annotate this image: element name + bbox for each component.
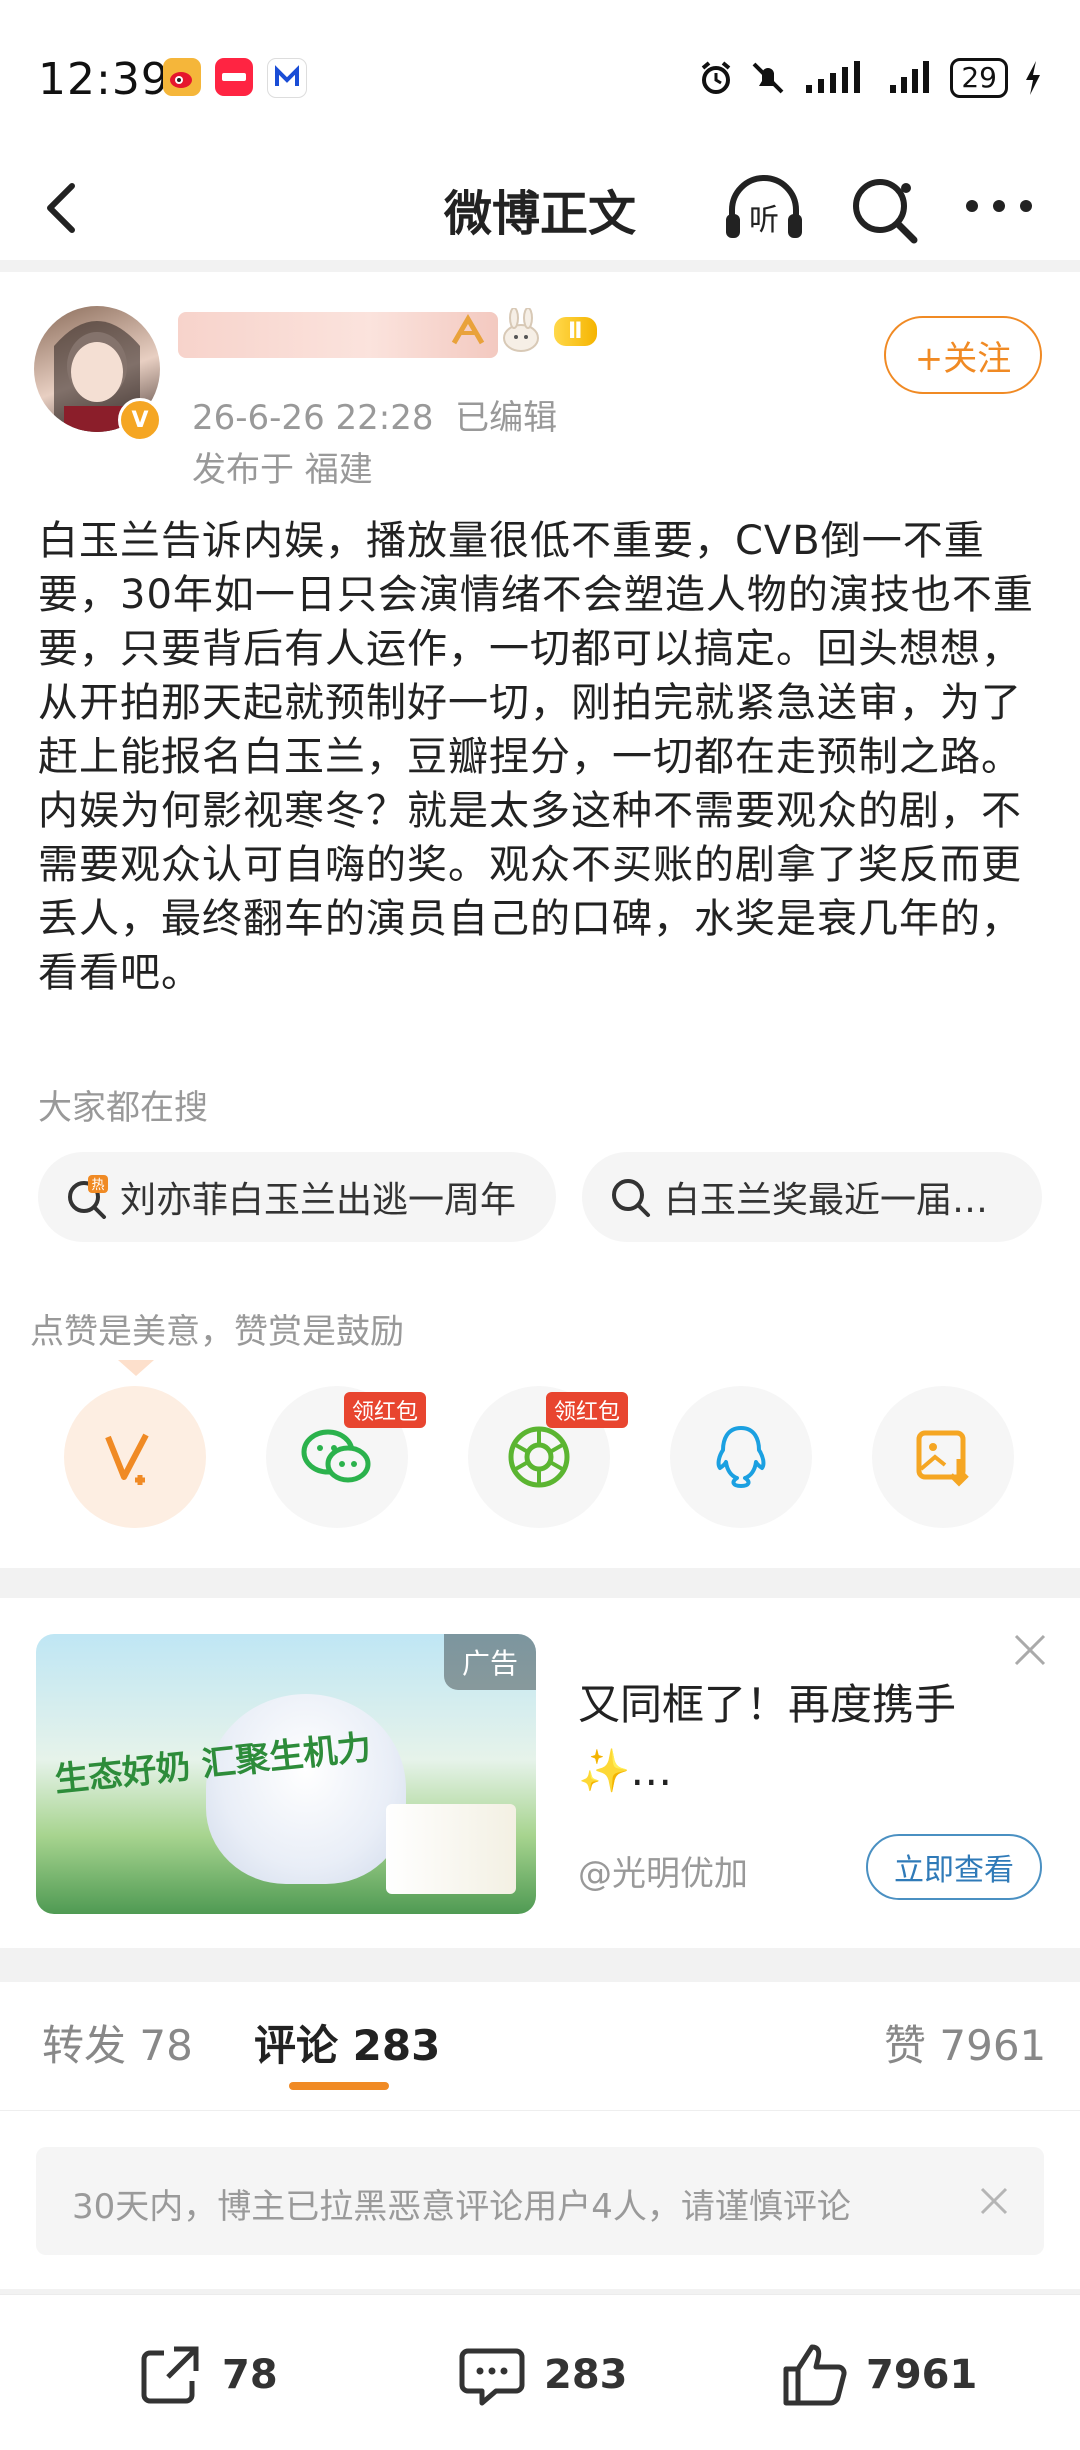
repost-count: 78 <box>222 2352 278 2398</box>
ad-card[interactable]: 生态好奶 汇聚生机力 广告 又同框了！再度携手✨… @光明优加 立即查看 <box>0 1598 1080 1948</box>
ad-tag: 广告 <box>443 1634 536 1690</box>
qq-icon <box>716 1426 766 1488</box>
notice-text: 30天内，博主已拉黑恶意评论用户4人，请谨慎评论 <box>72 2187 851 2227</box>
ad-product-graphic <box>386 1804 516 1894</box>
post-body: 白玉兰告诉内娱，播放量很低不重要，CVB倒一不重要，30年如一日只会演情绪不会塑… <box>38 518 1034 996</box>
share-qq-button[interactable] <box>670 1386 812 1528</box>
wechat-icon <box>301 1429 371 1483</box>
tab-like-count: 7961 <box>939 2021 1047 2070</box>
fan-badge-icon <box>451 314 485 345</box>
post-timestamp: 26-6-26 22:28 已编辑 <box>192 390 557 439</box>
redpack-badge-moments: 领红包 <box>546 1392 629 1428</box>
more-options-icon[interactable] <box>962 176 1036 236</box>
hot-search-label: 大家都在搜 <box>38 1088 208 1128</box>
comment-count: 283 <box>544 2352 628 2398</box>
nav-bar: 微博正文 听 <box>0 160 1080 260</box>
status-app-icons <box>163 58 307 98</box>
mute-icon <box>752 62 784 94</box>
verified-badge-icon: V <box>118 398 162 442</box>
alarm-icon <box>702 61 731 94</box>
signal-2-icon <box>890 61 930 93</box>
reward-vip-icon <box>105 1433 149 1485</box>
hot-search-chip-2[interactable]: 白玉兰奖最近一届… <box>582 1152 1042 1242</box>
status-bar: 12:39 29 <box>0 0 1080 160</box>
like-button[interactable]: 7961 <box>778 2339 977 2411</box>
interaction-tabs: 转发 78 评论 283 赞 7961 <box>0 1982 1080 2111</box>
bunny-badge-icon <box>503 308 539 352</box>
follow-button[interactable]: +关注 <box>884 316 1042 394</box>
repost-icon <box>141 2346 199 2404</box>
comment-notice-section: 30天内，博主已拉黑恶意评论用户4人，请谨慎评论 <box>0 2111 1080 2289</box>
reward-tip-arrow <box>118 1360 154 1376</box>
tab-comment-label: 评论 <box>254 2021 339 2070</box>
comment-button[interactable]: 283 <box>456 2339 628 2411</box>
reward-button[interactable] <box>64 1386 206 1528</box>
svg-text:热: 热 <box>91 1178 104 1193</box>
ad-flower-graphic <box>206 1694 406 1884</box>
signal-1-icon <box>806 61 861 93</box>
user-badges: Ⅱ <box>448 308 597 354</box>
active-tab-indicator <box>289 2082 389 2090</box>
save-image-icon <box>916 1430 969 1487</box>
search-icon <box>612 1179 650 1217</box>
mango-app-icon <box>267 58 307 98</box>
hot-search-text-2: 白玉兰奖最近一届… <box>664 1180 989 1221</box>
comment-notice: 30天内，博主已拉黑恶意评论用户4人，请谨慎评论 <box>36 2147 1044 2255</box>
close-icon[interactable] <box>1010 1630 1050 1670</box>
tab-repost-label: 转发 <box>42 2021 127 2070</box>
tab-like[interactable]: 赞 7961 <box>884 2012 1046 2073</box>
listen-icon[interactable]: 听 <box>722 170 806 250</box>
tab-like-label: 赞 <box>884 2021 927 2070</box>
comment-icon <box>459 2348 525 2406</box>
ad-source[interactable]: @光明优加 <box>578 1846 748 1895</box>
charging-icon <box>1026 61 1040 95</box>
save-image-button[interactable] <box>872 1386 1014 1528</box>
repost-button[interactable]: 78 <box>134 2339 278 2411</box>
ad-view-button[interactable]: 立即查看 <box>866 1834 1042 1900</box>
weibo-app-icon <box>163 58 201 96</box>
ad-title[interactable]: 又同框了！再度携手✨… <box>578 1672 998 1804</box>
tab-comment-count: 283 <box>352 2021 441 2070</box>
hot-search-chip-1[interactable]: 热 刘亦菲白玉兰出逃一周年 <box>38 1152 556 1242</box>
bottom-action-bar: 78 283 7961 <box>0 2294 1080 2450</box>
tab-repost[interactable]: 转发 78 <box>42 2012 193 2073</box>
edited-label: 已编辑 <box>455 398 558 438</box>
ad-image[interactable]: 生态好奶 汇聚生机力 广告 <box>36 1634 536 1914</box>
thumbs-up-icon <box>783 2344 847 2406</box>
svg-text:听: 听 <box>749 203 779 238</box>
post-card: V Ⅱ 26-6-26 22:28 已编辑 发布于 福建 +关注 白玉兰告诉内娱… <box>0 272 1080 1568</box>
post-location: 发布于 福建 <box>192 450 373 490</box>
hot-search-icon: 热 <box>68 1175 108 1219</box>
tab-comment[interactable]: 评论 283 <box>254 2012 440 2073</box>
like-count: 7961 <box>866 2352 978 2398</box>
level-badge: Ⅱ <box>554 316 597 346</box>
hot-search-text-1: 刘亦菲白玉兰出逃一周年 <box>120 1180 517 1221</box>
close-icon[interactable] <box>974 2181 1014 2221</box>
reward-tip: 点赞是美意，赞赏是鼓励 <box>30 1312 404 1352</box>
redpack-badge-wechat: 领红包 <box>344 1392 427 1428</box>
battery-level: 29 <box>950 58 1008 98</box>
timestamp-text: 26-6-26 22:28 <box>192 398 434 438</box>
xiaohongshu-app-icon <box>215 58 253 96</box>
status-time: 12:39 <box>38 54 170 105</box>
search-icon[interactable] <box>846 172 922 248</box>
status-indicators: 29 <box>698 58 1042 98</box>
tab-repost-count: 78 <box>139 2021 193 2070</box>
moments-icon <box>508 1426 570 1488</box>
